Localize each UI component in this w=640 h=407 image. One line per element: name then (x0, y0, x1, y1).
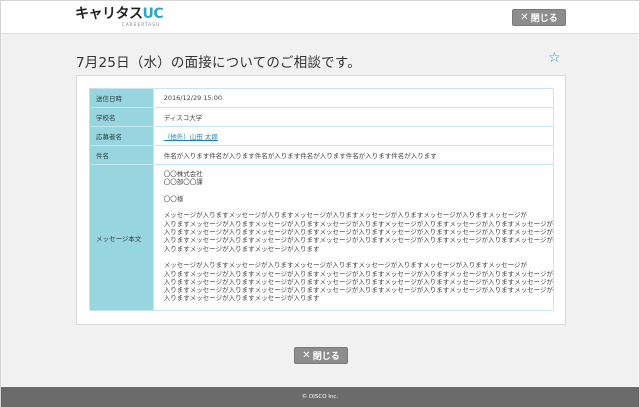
message-line: 入りますメッセージが入りますメッセージが入ります (163, 244, 320, 253)
copyright: © DISCO Inc. (301, 394, 339, 400)
message-line: 入りますメッセージが入りますメッセージが入りますメッセージが入りますメッセージが… (163, 228, 553, 237)
close-button-label: 閉じる (530, 14, 558, 24)
row-label: 学校名 (89, 107, 154, 127)
school-name: ディスコ大学 (152, 107, 555, 127)
row-school: 学校名 ディスコ大学 (89, 107, 555, 127)
applicant-name-link[interactable]: （他外）山田 太郎 (164, 133, 218, 141)
page-title: 7月25日（水）の面接についてのご相談です。 (76, 55, 361, 71)
company-line: 〇〇株式会社 (163, 170, 203, 178)
row-label: 件名 (89, 145, 154, 165)
message-line: 入りますメッセージが入りますメッセージが入ります (163, 294, 320, 303)
row-label: 送信日時 (89, 88, 154, 108)
recipient-line: 〇〇様 (163, 194, 184, 203)
row-body: メッセージ本文 〇〇株式会社 〇〇部〇〇課 〇〇様 メッセージが入りますメッセー… (89, 164, 555, 311)
star-outline-icon[interactable]: ☆ (548, 51, 562, 65)
row-applicant: 応募者名 （他外）山田 太郎 (89, 126, 555, 146)
message-detail-table: 送信日時 2016/12/29 15:00 学校名 ディスコ大学 応募者名 （他… (89, 88, 555, 311)
message-line: 入りますメッセージが入りますメッセージが入りますメッセージが入りますメッセージが… (163, 219, 553, 228)
message-line: 入りますメッセージが入りますメッセージが入りますメッセージが入りますメッセージが… (163, 269, 553, 278)
applicant-cell: （他外）山田 太郎 (152, 126, 555, 146)
dept-line: 〇〇部〇〇課 (163, 178, 203, 187)
message-line: 入りますメッセージが入りますメッセージが入りますメッセージが入りますメッセージが… (163, 236, 553, 245)
close-button-bottom[interactable]: ✕ 閉じる (294, 347, 348, 364)
message-line: 入りますメッセージが入りますメッセージが入りますメッセージが入りますメッセージが… (163, 277, 553, 286)
row-label: 応募者名 (89, 126, 154, 146)
logo-text: キャリタスUC (75, 6, 164, 22)
close-button-label: 閉じる (312, 352, 340, 362)
logo: キャリタスUC CAREERTASU (75, 6, 164, 28)
message-line: メッセージが入りますメッセージが入りますメッセージが入りますメッセージが入ります… (163, 261, 527, 270)
close-icon: ✕ (520, 11, 529, 23)
message-card: 送信日時 2016/12/29 15:00 学校名 ディスコ大学 応募者名 （他… (76, 75, 566, 325)
close-button-top[interactable]: ✕ 閉じる (512, 9, 566, 26)
row-sent: 送信日時 2016/12/29 15:00 (89, 88, 555, 108)
row-subject: 件名 件名が入ります件名が入ります件名が入ります件名が入ります件名が入ります件名… (89, 145, 555, 165)
top-bar: キャリタスUC CAREERTASU ✕ 閉じる (1, 1, 639, 34)
message-line: メッセージが入りますメッセージが入りますメッセージが入りますメッセージが入ります… (163, 211, 527, 220)
subject-text: 件名が入ります件名が入ります件名が入ります件名が入ります件名が入ります件名が入り… (152, 145, 555, 165)
message-line: 入りますメッセージが入りますメッセージが入りますメッセージが入りますメッセージが… (163, 286, 553, 295)
footer: © DISCO Inc. (1, 387, 639, 407)
close-icon: ✕ (302, 349, 311, 361)
logo-subtext: CAREERTASU (122, 22, 161, 27)
message-body: 〇〇株式会社 〇〇部〇〇課 〇〇様 メッセージが入りますメッセージが入りますメッ… (152, 164, 555, 311)
sent-datetime: 2016/12/29 15:00 (152, 88, 555, 108)
row-label: メッセージ本文 (89, 164, 154, 311)
